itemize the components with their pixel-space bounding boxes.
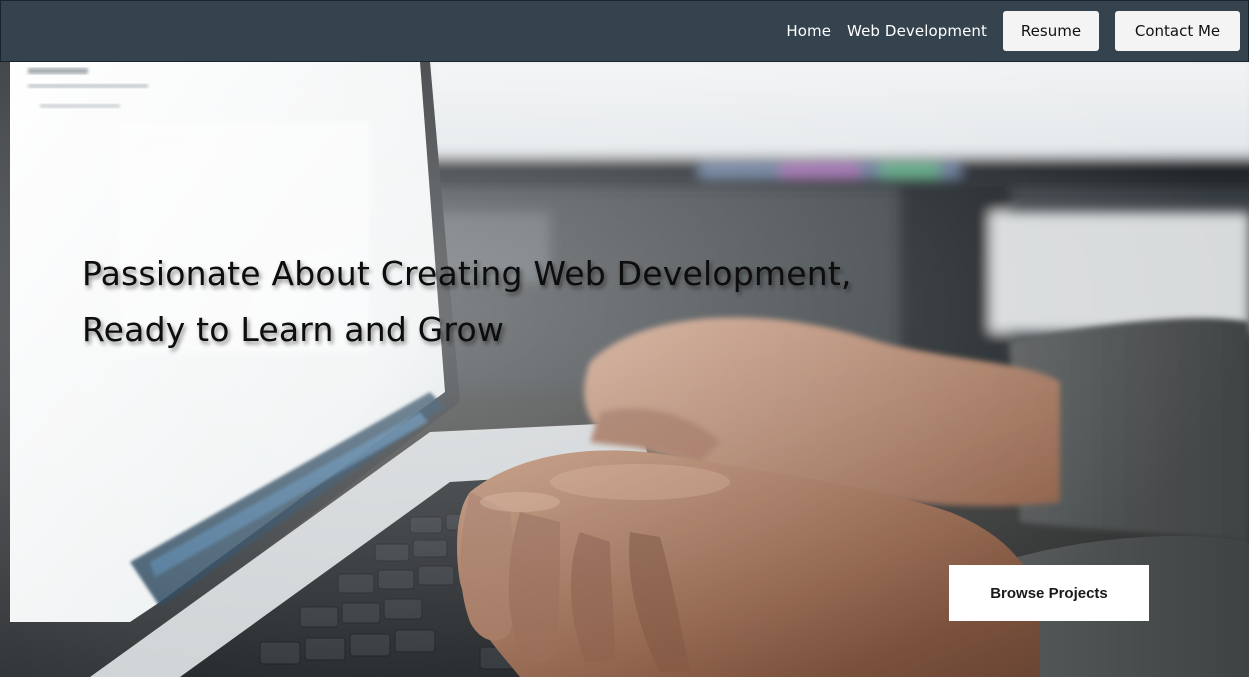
hero-headline-line-2: Ready to Learn and Grow (82, 310, 505, 349)
resume-button[interactable]: Resume (1003, 11, 1099, 51)
browse-projects-button[interactable]: Browse Projects (949, 565, 1149, 621)
contact-me-button[interactable]: Contact Me (1115, 11, 1240, 51)
page: Home Web Development Resume Contact Me P… (0, 0, 1249, 677)
hero-headline: Passionate About Creating Web Developmen… (82, 246, 982, 358)
hero-headline-line-1: Passionate About Creating Web Developmen… (82, 254, 852, 293)
hero-section: Passionate About Creating Web Developmen… (0, 62, 1249, 677)
navbar: Home Web Development Resume Contact Me (0, 0, 1249, 62)
nav-link-home[interactable]: Home (786, 22, 831, 40)
nav-link-web-development[interactable]: Web Development (847, 22, 987, 40)
